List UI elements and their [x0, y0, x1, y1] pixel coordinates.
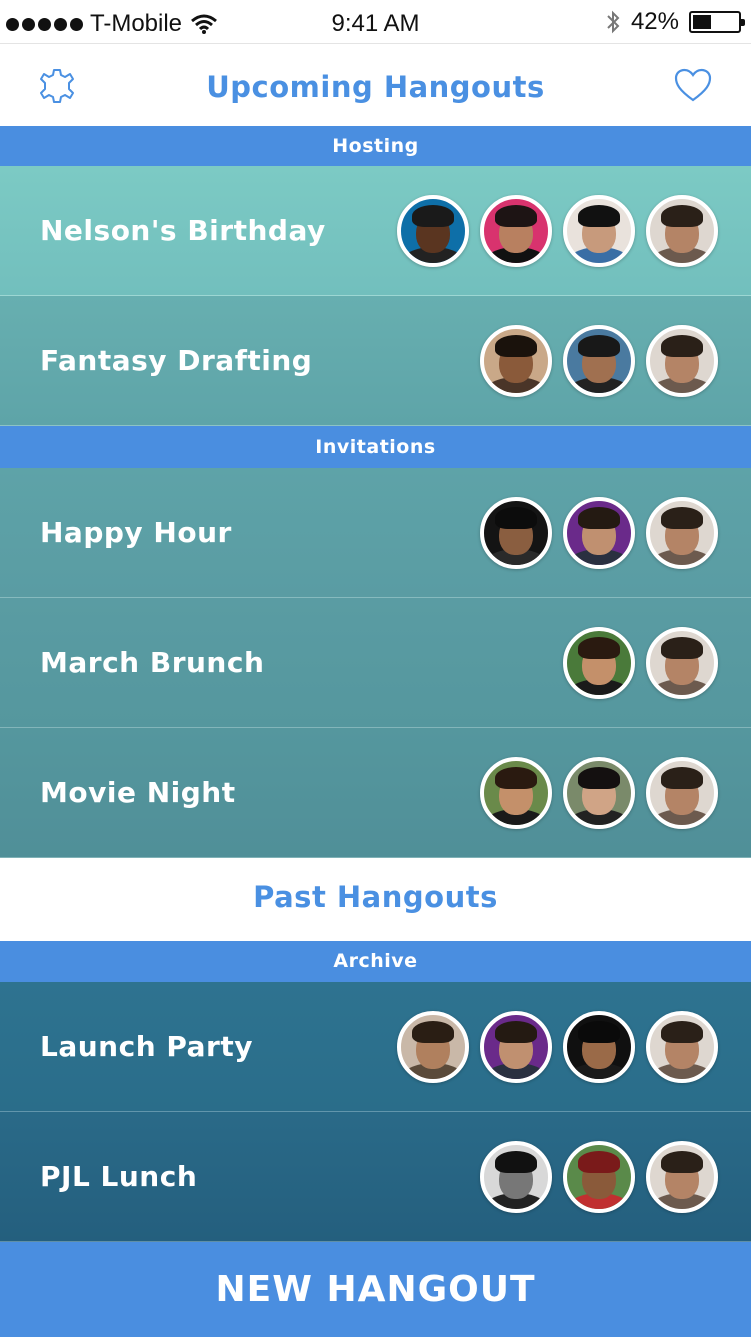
section-header-archive: Archive	[0, 941, 751, 982]
avatar	[480, 1011, 552, 1083]
status-bar: T-Mobile 9:41 AM 42%	[0, 0, 751, 44]
hangout-title: Happy Hour	[40, 516, 232, 549]
hangout-title: Launch Party	[40, 1030, 253, 1063]
section-header-hosting: Hosting	[0, 126, 751, 166]
nav-bar: Upcoming Hangouts	[0, 44, 751, 126]
battery-icon	[689, 11, 745, 33]
hangout-row-happy-hour[interactable]: Happy Hour	[0, 468, 751, 598]
avatar	[646, 757, 718, 829]
avatar	[480, 1141, 552, 1213]
avatar	[563, 1011, 635, 1083]
avatar	[646, 627, 718, 699]
avatar	[480, 325, 552, 397]
hangout-row-launch-party[interactable]: Launch Party	[0, 982, 751, 1112]
attendee-avatars	[397, 1011, 718, 1083]
hangout-title: Movie Night	[40, 776, 236, 809]
attendee-avatars	[480, 1141, 718, 1213]
avatar	[646, 1011, 718, 1083]
attendee-avatars	[480, 497, 718, 569]
avatar	[563, 757, 635, 829]
avatar	[563, 325, 635, 397]
avatar	[563, 627, 635, 699]
avatar	[397, 195, 469, 267]
attendee-avatars	[563, 627, 718, 699]
hangout-row-pjl-lunch[interactable]: PJL Lunch	[0, 1112, 751, 1242]
section-header-invitations: Invitations	[0, 426, 751, 468]
avatar	[646, 195, 718, 267]
past-hangouts-title: Past Hangouts	[253, 880, 498, 914]
attendee-avatars	[480, 325, 718, 397]
avatar	[646, 497, 718, 569]
new-hangout-button[interactable]: NEW HANGOUT	[0, 1242, 751, 1337]
avatar	[563, 497, 635, 569]
past-hangouts-band: Past Hangouts	[0, 858, 751, 941]
hangout-row-movie-night[interactable]: Movie Night	[0, 728, 751, 858]
battery-percent: 42%	[630, 8, 679, 35]
avatar	[563, 195, 635, 267]
page-title: Upcoming Hangouts	[206, 70, 545, 104]
hangout-row-march-brunch[interactable]: March Brunch	[0, 598, 751, 728]
avatar	[480, 757, 552, 829]
avatar	[480, 497, 552, 569]
avatar	[480, 195, 552, 267]
heart-icon[interactable]	[673, 66, 713, 106]
hangout-row-nelsons-birthday[interactable]: Nelson's Birthday	[0, 166, 751, 296]
battery-fill	[693, 15, 712, 29]
attendee-avatars	[480, 757, 718, 829]
avatar	[563, 1141, 635, 1213]
hangout-row-fantasy-drafting[interactable]: Fantasy Drafting	[0, 296, 751, 426]
hangout-title: March Brunch	[40, 646, 265, 679]
avatar	[397, 1011, 469, 1083]
hangout-title: PJL Lunch	[40, 1160, 198, 1193]
hangout-title: Fantasy Drafting	[40, 344, 313, 377]
status-right: 42%	[605, 8, 745, 36]
attendee-avatars	[397, 195, 718, 267]
avatar	[646, 325, 718, 397]
bluetooth-icon	[607, 10, 620, 34]
hangout-title: Nelson's Birthday	[40, 214, 326, 247]
avatar	[646, 1141, 718, 1213]
